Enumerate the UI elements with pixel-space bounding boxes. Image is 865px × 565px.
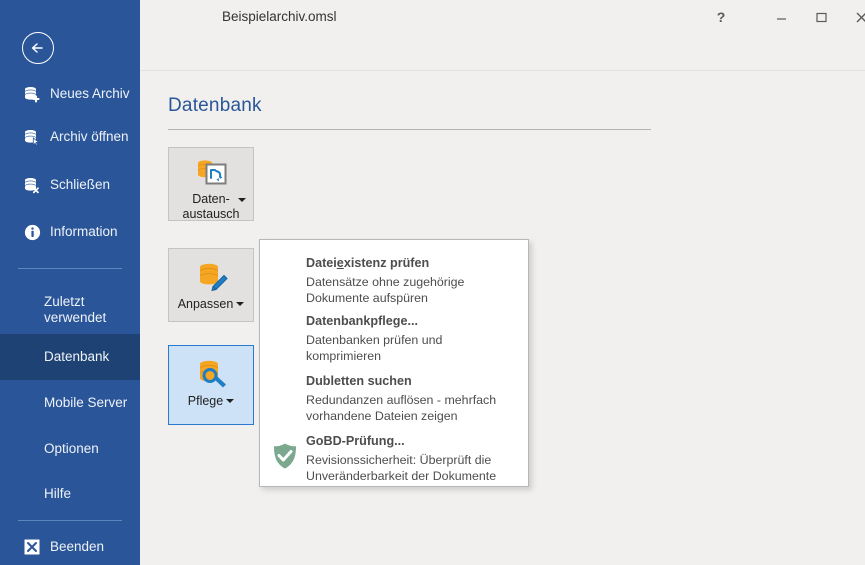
datenaustausch-button[interactable]: Daten- austausch: [168, 147, 254, 221]
sidebar: Neues Archiv Archiv öffnen Schließen Inf…: [0, 0, 140, 565]
sidebar-item-hilfe[interactable]: Hilfe: [0, 472, 140, 516]
chevron-down-icon[interactable]: [238, 198, 246, 202]
minimize-icon: [776, 17, 786, 20]
sidebar-item-neues-archiv[interactable]: Neues Archiv: [0, 74, 140, 114]
sidebar-item-information[interactable]: Information: [0, 212, 140, 252]
menu-item-title: Dubletten suchen: [306, 374, 412, 388]
help-button[interactable]: ?: [702, 5, 740, 29]
title-accelerator: e: [336, 256, 344, 270]
sidebar-item-label: Optionen: [44, 440, 99, 456]
back-button[interactable]: [22, 32, 54, 64]
title-part-post: xistenz prüfen: [343, 256, 430, 270]
window-title: Beispielarchiv.omsl: [222, 9, 337, 24]
database-edit-icon: [194, 259, 228, 295]
titlebar-divider: [140, 70, 865, 71]
sidebar-item-mobile-server[interactable]: Mobile Server: [0, 380, 140, 426]
sidebar-item-label: Archiv öffnen: [50, 128, 129, 144]
page-title-rule: [168, 129, 651, 130]
database-close-icon: [18, 176, 46, 194]
database-open-icon: [18, 128, 46, 146]
info-circle-icon: [18, 224, 46, 241]
menu-item-description: Datenbanken prüfen und komprimieren: [306, 333, 443, 364]
sidebar-item-beenden[interactable]: Beenden: [0, 528, 140, 565]
sidebar-item-optionen[interactable]: Optionen: [0, 426, 140, 472]
menu-item-description: Datensätze ohne zugehörige Dokumente auf…: [306, 275, 465, 306]
app-window: Neues Archiv Archiv öffnen Schließen Inf…: [0, 0, 865, 565]
ribbon-button-label: Anpassen: [178, 297, 245, 312]
sidebar-item-label: Schließen: [50, 176, 111, 192]
sidebar-item-label: Zuletzt verwendet: [44, 293, 107, 325]
close-icon: [856, 12, 865, 22]
maximize-button[interactable]: [802, 5, 840, 29]
close-button[interactable]: [842, 5, 865, 29]
database-add-icon: [18, 85, 46, 103]
sidebar-item-label: Information: [50, 223, 118, 239]
sidebar-divider-top: [18, 268, 122, 269]
chevron-down-icon[interactable]: [226, 399, 235, 404]
chevron-down-icon[interactable]: [236, 302, 245, 307]
menu-item-title: GoBD-Prüfung...: [306, 434, 405, 448]
menu-item-datenbankpflege[interactable]: Datenbankpflege... Datenbanken prüfen un…: [260, 308, 528, 366]
sidebar-item-label: Datenbank: [44, 348, 110, 364]
menu-item-title: Dateiexistenz prüfen: [306, 256, 429, 270]
back-arrow-icon: [31, 43, 43, 53]
page-title: Datenbank: [168, 95, 262, 116]
label-text: Anpassen: [177, 297, 234, 311]
menu-item-dubletten-suchen[interactable]: Dubletten suchen Redundanzen auflösen - …: [260, 368, 528, 426]
database-wrench-icon: [194, 356, 228, 392]
ribbon-button-label: Pflege: [187, 394, 235, 409]
anpassen-button[interactable]: Anpassen: [168, 248, 254, 322]
sidebar-item-archiv-oeffnen[interactable]: Archiv öffnen: [0, 117, 140, 157]
minimize-button[interactable]: [762, 5, 800, 29]
sidebar-item-label: Hilfe: [44, 485, 72, 501]
sidebar-item-label: Mobile Server: [44, 394, 128, 410]
title-bar: Beispielarchiv.omsl ?: [140, 0, 865, 70]
menu-item-gobd-pruefung[interactable]: GoBD-Prüfung... Revisionssicherheit: Übe…: [260, 428, 528, 486]
sidebar-item-label: Beenden: [50, 538, 105, 554]
sidebar-item-label: Neues Archiv: [50, 85, 130, 101]
database-exchange-icon: [194, 158, 228, 190]
exit-x-icon: [18, 539, 46, 555]
question-mark-icon: ?: [716, 9, 726, 25]
sidebar-item-schliessen[interactable]: Schließen: [0, 165, 140, 205]
sidebar-item-zuletzt-verwendet[interactable]: Zuletzt verwendet: [0, 286, 140, 334]
maximize-icon: [815, 12, 827, 22]
menu-item-title: Datenbankpflege...: [306, 314, 418, 328]
label-text: Pflege: [187, 394, 224, 408]
title-part-pre: Datei: [306, 256, 337, 270]
sidebar-divider-bottom: [18, 520, 122, 521]
menu-item-description: Redundanzen auflösen - mehrfach vorhande…: [306, 393, 497, 424]
pflege-button[interactable]: Pflege: [168, 345, 254, 425]
menu-item-dateiexistenz-pruefen[interactable]: Dateiexistenz prüfen Datensätze ohne zug…: [260, 246, 528, 306]
pflege-dropdown-menu: Dateiexistenz prüfen Datensätze ohne zug…: [259, 239, 529, 487]
ribbon-button-label: Daten- austausch: [182, 192, 240, 221]
shield-check-icon: [271, 442, 299, 470]
menu-item-description: Revisionssicherheit: Überprüft die Unver…: [306, 453, 497, 484]
sidebar-item-datenbank[interactable]: Datenbank: [0, 334, 140, 380]
